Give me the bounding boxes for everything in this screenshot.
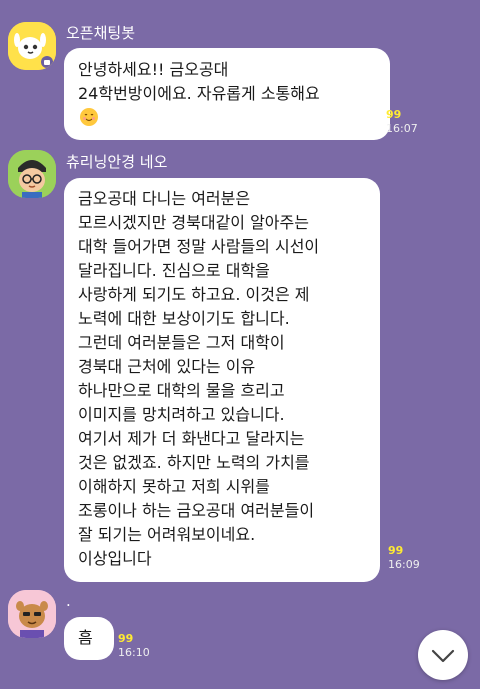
- message-line: 24학번방이에요. 자유롭게 소통해요: [78, 84, 320, 103]
- message-time: 16:07: [386, 122, 418, 135]
- message-line: 이상입니다: [78, 549, 152, 568]
- message-time: 16:10: [118, 646, 150, 659]
- message-line: 노력에 대한 보상이기도 합니다.: [78, 309, 290, 328]
- message-line: 대학 들어가면 정말 사람들의 시선이: [78, 237, 320, 256]
- message-meta: 99 16:10: [118, 632, 178, 660]
- chatbot-avatar-icon[interactable]: [8, 22, 56, 70]
- smiling-face-emoji-icon: [80, 108, 98, 126]
- message-line: 하나만으로 대학의 물을 흐리고: [78, 381, 285, 400]
- message-line: 조롱이나 하는 금오공대 여러분들이: [78, 501, 315, 520]
- message-line: 잘 되기는 어려워보이네요.: [78, 525, 256, 544]
- message-line: 모르시겠지만 경북대같이 알아주는: [78, 213, 309, 232]
- sender-name: .: [66, 592, 71, 610]
- message-line: 것은 없겠죠. 하지만 노력의 가치를: [78, 453, 310, 472]
- message-line: 이미지를 망치려하고 있습니다.: [78, 405, 285, 424]
- message-line: 안녕하세요!! 금오공대: [78, 60, 229, 79]
- message-line: 그런데 여러분들은 그저 대학이: [78, 333, 285, 352]
- message-bubble[interactable]: 금오공대 다니는 여러분은 모르시겠지만 경북대같이 알아주는 대학 들어가면 …: [64, 178, 380, 582]
- character-avatar-icon[interactable]: [8, 590, 56, 638]
- neo-character-avatar-icon[interactable]: [8, 150, 56, 198]
- message-meta: 99 16:09: [388, 544, 448, 572]
- chevron-down-icon: [431, 649, 455, 663]
- message-line: 금오공대 다니는 여러분은: [78, 189, 251, 208]
- message-bubble[interactable]: 안녕하세요!! 금오공대 24학번방이에요. 자유롭게 소통해요: [64, 48, 390, 140]
- message-meta: 99 16:07: [386, 108, 446, 136]
- message-line: 달라집니다. 진심으로 대학을: [78, 261, 270, 280]
- message-line: 흠: [78, 628, 93, 647]
- message-time: 16:09: [388, 558, 420, 571]
- message-line: 여기서 제가 더 화낸다고 달라지는: [78, 429, 305, 448]
- unread-count: 99: [388, 544, 404, 557]
- sender-name: 츄리닝안경 네오: [66, 153, 168, 171]
- unread-count: 99: [118, 632, 134, 645]
- message-bubble[interactable]: 흠: [64, 617, 114, 660]
- unread-count: 99: [386, 108, 402, 121]
- message-line: 사랑하게 되기도 하고요. 이것은 제: [78, 285, 310, 304]
- message-line: 이해하지 못하고 저희 시위를: [78, 477, 270, 496]
- scroll-to-bottom-button[interactable]: [418, 630, 468, 680]
- sender-name: 오픈채팅봇: [66, 24, 136, 42]
- message-line: 경북대 근처에 있다는 이유: [78, 357, 256, 376]
